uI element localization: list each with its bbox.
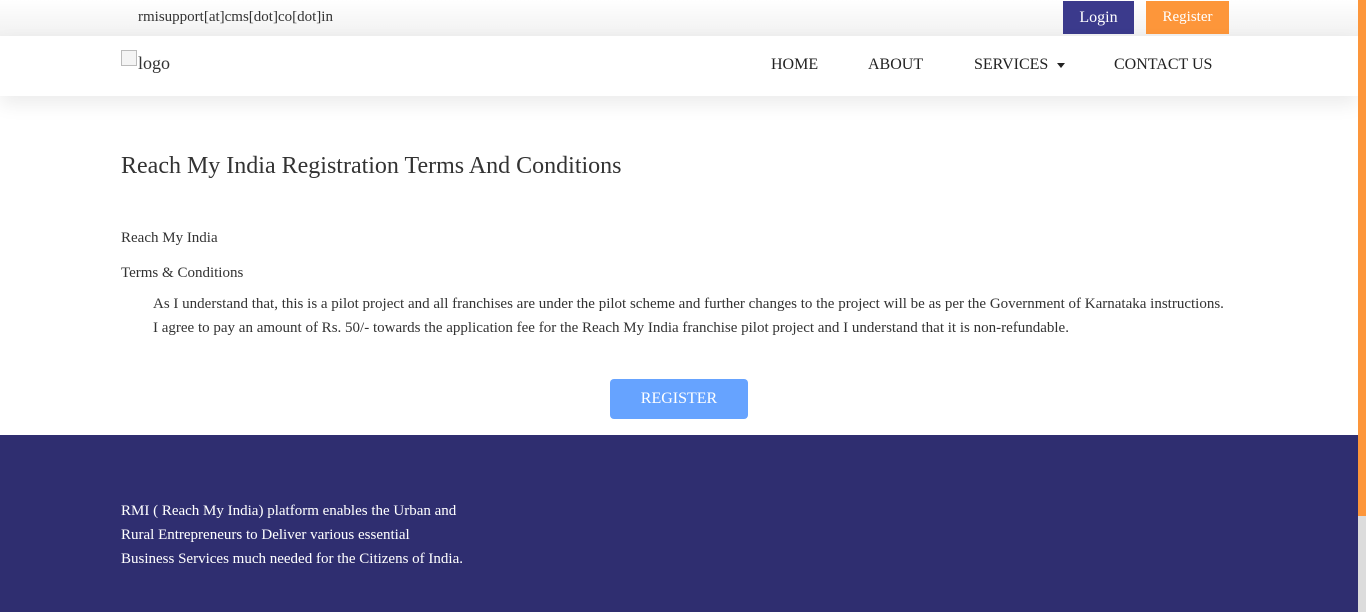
terms-heading: Terms & Conditions xyxy=(121,265,244,281)
site-logo[interactable]: logo xyxy=(121,49,171,74)
scrollbar-accent xyxy=(1358,0,1366,516)
terms-body: As I understand that, this is a pilot pr… xyxy=(153,292,1228,340)
nav-about[interactable]: ABOUT xyxy=(868,56,923,74)
nav-services-dropdown[interactable]: SERVICES xyxy=(974,56,1066,74)
broken-image-icon xyxy=(121,49,137,66)
nav-home[interactable]: HOME xyxy=(771,56,818,74)
scrollbar-thumb[interactable] xyxy=(1358,516,1366,612)
footer-description: RMI ( Reach My India) platform enables t… xyxy=(121,503,463,567)
terms-item: I agree to pay an amount of Rs. 50/- tow… xyxy=(153,320,1069,336)
main-navbar: logo HOME ABOUT SERVICES CONTACT US xyxy=(0,36,1358,96)
logo-alt-text: logo xyxy=(138,53,171,73)
nav-about-label: ABOUT xyxy=(868,56,924,73)
nav-home-label: HOME xyxy=(771,56,819,73)
org-name: Reach My India xyxy=(121,230,218,246)
page-title: Reach My India Registration Terms And Co… xyxy=(121,153,622,179)
register-top-button[interactable]: Register xyxy=(1146,1,1229,34)
support-email: rmisupport[at]cms[dot]co[dot]in xyxy=(138,9,333,25)
top-bar: rmisupport[at]cms[dot]co[dot]in Login Re… xyxy=(0,0,1358,36)
nav-contact-label: CONTACT US xyxy=(1114,56,1213,73)
nav-services-label: SERVICES xyxy=(974,56,1049,73)
login-button[interactable]: Login xyxy=(1063,1,1134,34)
nav-contact[interactable]: CONTACT US xyxy=(1114,56,1212,74)
caret-down-icon xyxy=(1057,62,1066,68)
register-button[interactable]: REGISTER xyxy=(610,379,748,419)
terms-item: As I understand that, this is a pilot pr… xyxy=(153,296,1224,312)
scrollbar[interactable] xyxy=(1358,0,1366,612)
footer: RMI ( Reach My India) platform enables t… xyxy=(0,435,1358,612)
